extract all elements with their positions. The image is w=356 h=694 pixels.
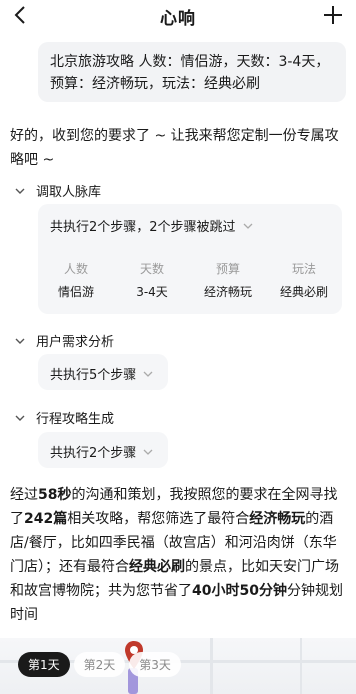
step-talent-library[interactable]: 调取人脉库	[14, 181, 101, 200]
chevron-down-icon	[143, 371, 153, 377]
collapse-chevron-icon	[15, 338, 25, 344]
assistant-intro: 好的，收到您的要求了 ~ 让我来帮您定制一份专属攻略吧 ~	[10, 128, 339, 168]
summary-highlight: 经济畅玩	[249, 511, 306, 527]
params-table: 人数 情侣游 天数 3-4天 预算 经济畅玩 玩法 经典必刷	[38, 248, 342, 316]
summary-highlight: 58秒	[38, 487, 72, 503]
chevron-down-icon	[243, 223, 253, 229]
step-summary: 共执行5个步骤	[50, 368, 137, 383]
step-needs-analysis[interactable]: 用户需求分析	[14, 331, 114, 350]
tab-day-3[interactable]: 第3天	[129, 652, 181, 677]
param-people: 人数 情侣游	[57, 262, 94, 299]
step-title: 用户需求分析	[36, 335, 115, 350]
user-message-bubble: 北京旅游攻略 人数：情侣游，天数：3-4天，预算：经济畅玩，玩法：经典必刷	[38, 42, 346, 102]
summary-text: 经过	[10, 487, 38, 503]
step-title: 调取人脉库	[36, 185, 102, 200]
param-budget: 预算 经济畅玩	[203, 262, 252, 299]
tab-day-1[interactable]: 第1天	[18, 652, 70, 677]
step-summary-toggle[interactable]: 共执行2个步骤，2个步骤被跳过	[50, 216, 254, 235]
step-card-itinerary-generation[interactable]: 共执行2个步骤	[38, 432, 168, 468]
chevron-down-icon	[143, 449, 153, 455]
result-summary: 经过58秒的沟通和策划，我按照您的要求在全网寻找了242篇相关攻略，帮您筛选了最…	[10, 483, 348, 627]
collapse-chevron-icon	[15, 415, 25, 421]
param-style: 玩法 经典必刷	[279, 262, 328, 299]
nav-bar: 心响	[0, 0, 356, 30]
step-card-talent-library: 共执行2个步骤，2个步骤被跳过 人数 情侣游 天数 3-4天 预算 经济畅玩 玩…	[38, 204, 342, 314]
tab-day-2[interactable]: 第2天	[73, 652, 126, 677]
page-title: 心响	[160, 9, 196, 29]
param-days: 天数 3-4天	[136, 262, 168, 299]
day-tabs: 第1天 第2天 第3天	[18, 652, 181, 677]
step-card-needs-analysis[interactable]: 共执行5个步骤	[38, 354, 168, 390]
step-itinerary-generation[interactable]: 行程攻略生成	[14, 408, 114, 427]
summary-highlight: 经典必刷	[129, 559, 185, 575]
add-icon[interactable]	[322, 4, 344, 26]
step-title: 行程攻略生成	[36, 412, 115, 427]
summary-text: 相关攻略，帮您筛选了最符合	[67, 511, 250, 527]
collapse-chevron-icon	[15, 188, 25, 194]
step-summary: 共执行2个步骤	[50, 446, 137, 461]
summary-highlight: 40小时50分钟	[192, 583, 287, 599]
step-summary: 共执行2个步骤，2个步骤被跳过	[50, 220, 236, 235]
summary-highlight: 242篇	[24, 511, 68, 527]
